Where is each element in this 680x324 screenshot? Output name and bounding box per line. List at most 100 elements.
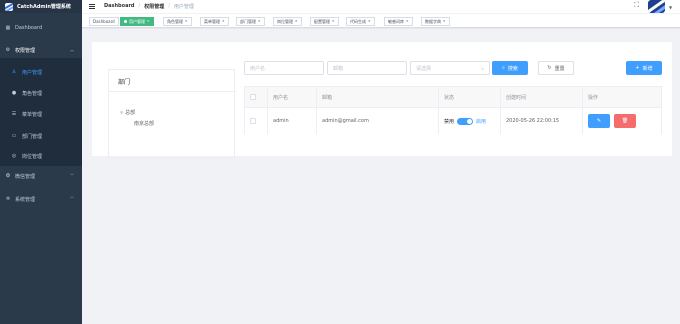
edit-button[interactable]: ✎ [588, 114, 610, 128]
sidebar-item-posts[interactable]: ◎ 岗位管理 [0, 150, 82, 162]
column-header: 邮箱 [316, 87, 438, 107]
tree-node-child[interactable]: 南京总部 [134, 120, 154, 127]
select-all-checkbox[interactable] [250, 94, 256, 100]
tag-menus[interactable]: 菜单管理 ✕ [200, 17, 229, 26]
user-icon: ♙ [11, 69, 17, 75]
column-header: 用户名 [267, 87, 316, 107]
sidebar-item-users[interactable]: ♙ 用户管理 [0, 66, 82, 78]
tag-label: 部门管理 [240, 19, 256, 24]
close-icon[interactable]: ✕ [332, 18, 335, 25]
tag-label: 角色管理 [167, 19, 183, 24]
breadcrumb-separator: / [168, 3, 170, 9]
sidebar-item-system[interactable]: ✲ 系统管理 ﹀ [0, 193, 82, 205]
chevron-up-icon: ︿ [70, 47, 74, 52]
refresh-icon: ↻ [547, 65, 552, 71]
created-at-cell: 2020-05-26 22:00:15 [500, 108, 582, 134]
status-placeholder: 请选择 [416, 65, 432, 72]
tag-config[interactable]: 配置管理 ✕ [310, 17, 339, 26]
caret-down-icon[interactable]: ▼ [120, 110, 123, 115]
tag-departments[interactable]: 部门管理 ✕ [236, 17, 265, 26]
status-cell: 禁用 启用 [438, 108, 500, 134]
actions-cell: ✎ 🗑 [582, 108, 663, 134]
tag-label: 岗位管理 [277, 19, 293, 24]
close-icon[interactable]: ✕ [443, 18, 446, 25]
column-header: 创建时间 [500, 87, 582, 107]
settings-icon: ✲ [5, 196, 11, 202]
breadcrumb: Dashboard / 权限管理 / 用户管理 [104, 3, 194, 10]
sidebar-item-label: 岗位管理 [22, 153, 43, 160]
sidebar-item-wechat[interactable]: ❂ 微信管理 ﹀ [0, 170, 82, 182]
reset-button[interactable]: ↻ 重置 [538, 61, 574, 75]
status-select[interactable]: 请选择 ∨ [410, 61, 490, 75]
column-header: 操作 [582, 87, 663, 107]
tag-dictionary[interactable]: 数据字典 ✕ [421, 17, 450, 26]
search-icon: ⌕ [502, 65, 505, 71]
content-card: 部门 ▼ 总部 南京总部 用户名 邮箱 请选择 ∨ ⌕ 搜索 ↻ 重置 + 新增… [92, 42, 672, 159]
app-logo[interactable]: CatchAdmin管理系统 [0, 0, 82, 13]
add-button[interactable]: + 新增 [626, 61, 662, 75]
tree-node-root[interactable]: ▼ 总部 [120, 109, 135, 116]
tag-posts[interactable]: 岗位管理 ✕ [273, 17, 302, 26]
email-input[interactable]: 邮箱 [327, 61, 407, 75]
chevron-down-icon: ﹀ [70, 196, 74, 201]
sidebar-item-dashboard[interactable]: ▦ Dashboard [0, 22, 82, 34]
tag-label: 数据字典 [425, 19, 441, 24]
sidebar-item-roles[interactable]: ● 角色管理 [0, 87, 82, 99]
sidebar-item-label: 系统管理 [15, 196, 36, 203]
fullscreen-icon[interactable]: ⛶ [634, 2, 641, 9]
avatar[interactable] [648, 0, 665, 13]
hamburger-icon[interactable] [89, 4, 95, 9]
status-switch[interactable]: 禁用 启用 [444, 117, 486, 125]
row-checkbox[interactable] [250, 118, 256, 124]
tag-codegen[interactable]: 代码生成 ✕ [346, 17, 375, 26]
close-icon[interactable]: ✕ [406, 18, 409, 25]
person-icon: ● [11, 90, 17, 96]
tag-roles[interactable]: 角色管理 ✕ [163, 17, 192, 26]
breadcrumb-item[interactable]: 权限管理 [144, 3, 164, 10]
wechat-icon: ❂ [5, 173, 11, 179]
tag-sensitive-words[interactable]: 敏感词库 ✕ [384, 17, 413, 26]
breadcrumb-item[interactable]: Dashboard [104, 3, 135, 10]
sidebar-item-permission[interactable]: ⚙ 权限管理 ︿ [0, 44, 82, 56]
row-checkbox-cell [245, 108, 267, 134]
header-checkbox-cell [245, 87, 267, 107]
sidebar-item-menus[interactable]: ☰ 菜单管理 [0, 108, 82, 120]
divider [109, 91, 236, 92]
menu-icon: ☰ [11, 111, 17, 117]
username-input[interactable]: 用户名 [244, 61, 324, 75]
email-placeholder: 邮箱 [333, 65, 344, 72]
close-icon[interactable]: ✕ [258, 18, 261, 25]
tags-view: Dashboard 用户管理 ✕ 角色管理 ✕ 菜单管理 ✕ 部门管理 ✕ 岗位… [82, 14, 680, 28]
top-navbar: Dashboard / 权限管理 / 用户管理 ⛶ ▼ [82, 0, 680, 13]
tag-label: 代码生成 [350, 19, 366, 24]
delete-button[interactable]: 🗑 [614, 114, 636, 128]
search-button-label: 搜索 [507, 65, 518, 72]
close-icon[interactable]: ✕ [222, 18, 225, 25]
close-icon[interactable]: ✕ [368, 18, 371, 25]
active-dot-icon [124, 20, 127, 23]
reset-button-label: 重置 [554, 65, 565, 72]
search-button[interactable]: ⌕ 搜索 [492, 61, 528, 75]
tag-dashboard[interactable]: Dashboard [89, 17, 119, 26]
plus-icon: + [635, 65, 640, 71]
tag-users[interactable]: 用户管理 ✕ [120, 17, 154, 26]
tag-label: Dashboard [93, 19, 115, 24]
chevron-down-icon: ﹀ [70, 173, 74, 178]
toggle-switch[interactable] [457, 117, 474, 125]
sidebar-item-label: 权限管理 [15, 47, 36, 54]
sidebar-item-label: Dashboard [15, 25, 43, 31]
close-icon[interactable]: ✕ [295, 18, 298, 25]
tree-node-label: 总部 [125, 110, 136, 116]
tag-label: 用户管理 [129, 19, 145, 24]
close-icon[interactable]: ✕ [185, 18, 188, 25]
post-icon: ◎ [11, 153, 17, 159]
sidebar-item-departments[interactable]: ▭ 部门管理 [0, 130, 82, 142]
add-button-label: 新增 [642, 65, 653, 72]
sidebar-item-label: 用户管理 [22, 69, 43, 76]
username-placeholder: 用户名 [250, 65, 266, 72]
main-content: 部门 ▼ 总部 南京总部 用户名 邮箱 请选择 ∨ ⌕ 搜索 ↻ 重置 + 新增… [82, 29, 680, 324]
department-title: 部门 [118, 79, 131, 86]
caret-down-icon[interactable]: ▼ [669, 5, 672, 10]
close-icon[interactable]: ✕ [147, 18, 150, 25]
column-header: 状态 [438, 87, 500, 107]
